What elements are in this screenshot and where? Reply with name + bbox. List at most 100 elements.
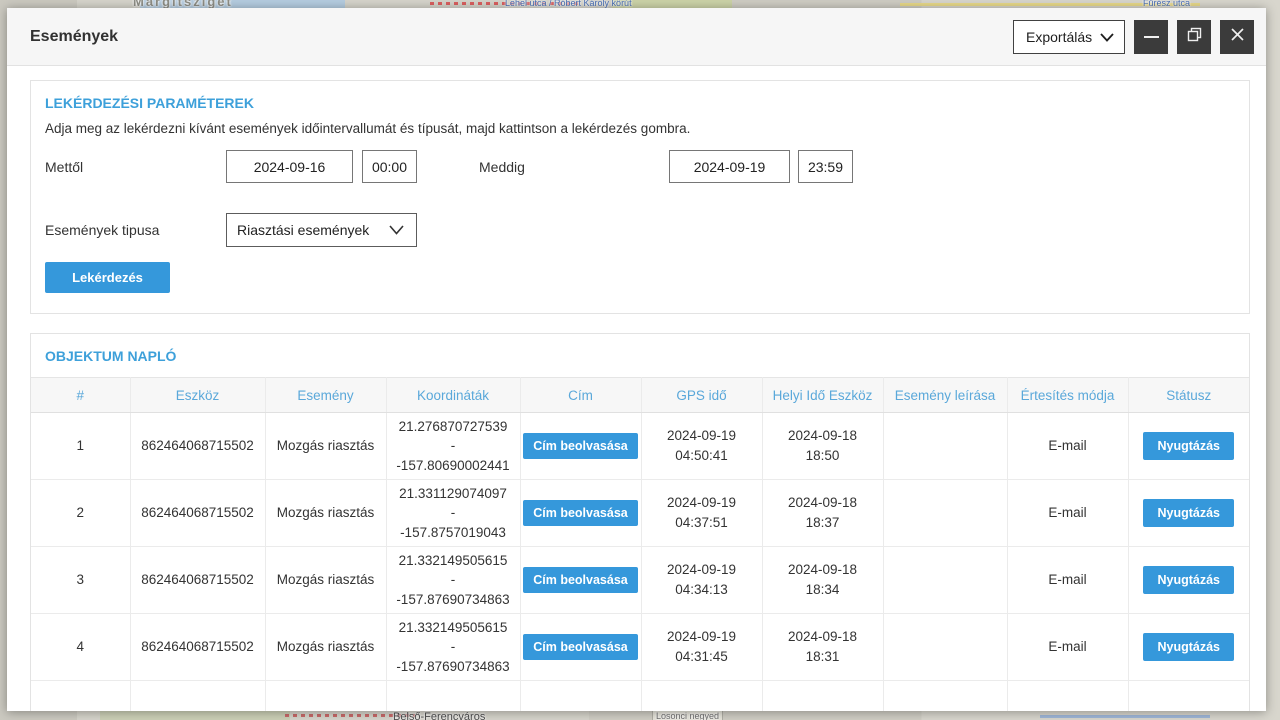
local-clock: 18:50: [763, 446, 883, 466]
cell-description: [883, 480, 1007, 547]
to-date-input[interactable]: [669, 150, 790, 183]
event-type-label: Események tipusa: [45, 222, 226, 238]
longitude: -157.8757019043: [387, 523, 520, 543]
cell-local-time: 2024-09-18 18:31: [762, 614, 883, 681]
map-road: [1040, 715, 1210, 718]
gps-date: 2024-09-19: [642, 560, 762, 580]
event-type-selected-value: Riasztási események: [237, 222, 369, 238]
cell-description: [883, 547, 1007, 614]
gps-clock: 04:34:13: [642, 580, 762, 600]
cell-gps-time: 2024-09-19 04:31:45: [641, 614, 762, 681]
from-time-input[interactable]: [362, 150, 417, 183]
minimize-button[interactable]: [1134, 20, 1168, 54]
gps-date: 2024-09-19: [642, 493, 762, 513]
acknowledge-button[interactable]: Nyugtázás: [1143, 566, 1234, 594]
cell-device: 862464068715502: [130, 614, 265, 681]
cell-coordinates: 21.276870727539 - -157.80690002441: [386, 413, 520, 480]
to-label: Meddig: [479, 159, 669, 175]
cell-coordinates: 21.332149505615 - -157.87690734863: [386, 547, 520, 614]
cell-index: 4: [31, 614, 130, 681]
longitude: -157.87690734863: [387, 657, 520, 677]
cell-coordinates: 21.331129074097 - -157.8757019043: [386, 480, 520, 547]
chevron-down-icon: [389, 222, 404, 238]
event-type-row: Események tipusa Riasztási események: [45, 213, 1235, 247]
cell-device: 862464068715502: [130, 547, 265, 614]
local-date: 2024-09-18: [763, 627, 883, 647]
map-park-patch: [100, 711, 290, 720]
to-time-input[interactable]: [798, 150, 853, 183]
cell-address: Cím beolvasása: [520, 480, 641, 547]
cell-gps-time: 2024-09-19 04:34:13: [641, 547, 762, 614]
query-button[interactable]: Lekérdezés: [45, 262, 170, 293]
query-panel-description: Adja meg az lekérdezni kívánt események …: [45, 121, 1235, 136]
table-row: 4 862464068715502 Mozgás riasztás 21.332…: [31, 614, 1249, 681]
close-icon: [1231, 28, 1244, 46]
read-address-button[interactable]: Cím beolvasása: [523, 500, 638, 526]
latitude: 21.331129074097: [387, 484, 520, 504]
cell-index: 2: [31, 480, 130, 547]
acknowledge-button[interactable]: Nyugtázás: [1143, 499, 1234, 527]
local-date: 2024-09-18: [763, 426, 883, 446]
dialog-title: Események: [30, 28, 1013, 46]
object-log-panel: OBJEKTUM NAPLÓ # Eszköz Esemény Koordiná…: [30, 333, 1250, 711]
dialog-body: LEKÉRDEZÉSI PARAMÉTEREK Adja meg az leké…: [7, 66, 1266, 711]
from-date-input[interactable]: [226, 150, 353, 183]
cell-description: [883, 413, 1007, 480]
restore-button[interactable]: [1177, 20, 1211, 54]
map-label-street: Fűrész utca: [1143, 0, 1190, 8]
longitude: -157.80690002441: [387, 456, 520, 476]
coordinate-separator: -: [387, 637, 520, 657]
cell-status: Nyugtázás: [1128, 480, 1249, 547]
column-header-description: Esemény leírása: [883, 378, 1007, 413]
query-parameters-panel: LEKÉRDEZÉSI PARAMÉTEREK Adja meg az leké…: [30, 80, 1250, 314]
export-button-label: Exportálás: [1026, 29, 1092, 45]
cell-local-time: 2024-09-18 18:34: [762, 547, 883, 614]
cell-index: 3: [31, 547, 130, 614]
map-label-district: Belső-Ferencváros: [393, 711, 485, 720]
table-row: 1 862464068715502 Mozgás riasztás 21.276…: [31, 413, 1249, 480]
read-address-button[interactable]: Cím beolvasása: [523, 567, 638, 593]
longitude: -157.87690734863: [387, 590, 520, 610]
column-header-status: Státusz: [1128, 378, 1249, 413]
cell-address: Cím beolvasása: [520, 547, 641, 614]
acknowledge-button[interactable]: Nyugtázás: [1143, 633, 1234, 661]
latitude: 21.332149505615: [387, 551, 520, 571]
latitude: 21.276870727539: [387, 417, 520, 437]
acknowledge-button[interactable]: Nyugtázás: [1143, 432, 1234, 460]
minimize-icon: [1144, 36, 1159, 38]
column-header-notify: Értesítés módja: [1007, 378, 1128, 413]
local-clock: 18:37: [763, 513, 883, 533]
table-row: 2 862464068715502 Mozgás riasztás 21.331…: [31, 480, 1249, 547]
cell-device: 862464068715502: [130, 480, 265, 547]
events-dialog: Események Exportálás: [7, 8, 1266, 711]
local-clock: 18:34: [763, 580, 883, 600]
cell-index: 1: [31, 413, 130, 480]
event-type-select[interactable]: Riasztási események: [226, 213, 417, 247]
cell-gps-time: 2024-09-19 04:50:41: [641, 413, 762, 480]
map-label-street: Lehel utca / Róbert Károly körút: [505, 0, 632, 8]
events-table: # Eszköz Esemény Koordináták Cím GPS idő…: [31, 377, 1249, 711]
query-panel-heading: LEKÉRDEZÉSI PARAMÉTEREK: [45, 95, 1235, 111]
column-header-coordinates: Koordináták: [386, 378, 520, 413]
export-button[interactable]: Exportálás: [1013, 20, 1125, 54]
cell-notify: E-mail: [1007, 547, 1128, 614]
gps-clock: 04:31:45: [642, 647, 762, 667]
column-header-index: #: [31, 378, 130, 413]
column-header-local-time: Helyi Idő Eszköz: [762, 378, 883, 413]
cell-status: Nyugtázás: [1128, 547, 1249, 614]
read-address-button[interactable]: Cím beolvasása: [523, 433, 638, 459]
close-button[interactable]: [1220, 20, 1254, 54]
object-log-heading: OBJEKTUM NAPLÓ: [31, 334, 1249, 377]
cell-coordinates: 21.332149505615 - -157.87690734863: [386, 614, 520, 681]
cell-status: Nyugtázás: [1128, 413, 1249, 480]
cell-notify: E-mail: [1007, 413, 1128, 480]
cell-event: Mozgás riasztás: [265, 413, 386, 480]
restore-icon: [1187, 27, 1202, 47]
cell-event: Mozgás riasztás: [265, 614, 386, 681]
cell-description: [883, 614, 1007, 681]
coordinate-separator: -: [387, 570, 520, 590]
read-address-button[interactable]: Cím beolvasása: [523, 634, 638, 660]
cell-address: Cím beolvasása: [520, 614, 641, 681]
cell-status: Nyugtázás: [1128, 614, 1249, 681]
local-date: 2024-09-18: [763, 493, 883, 513]
